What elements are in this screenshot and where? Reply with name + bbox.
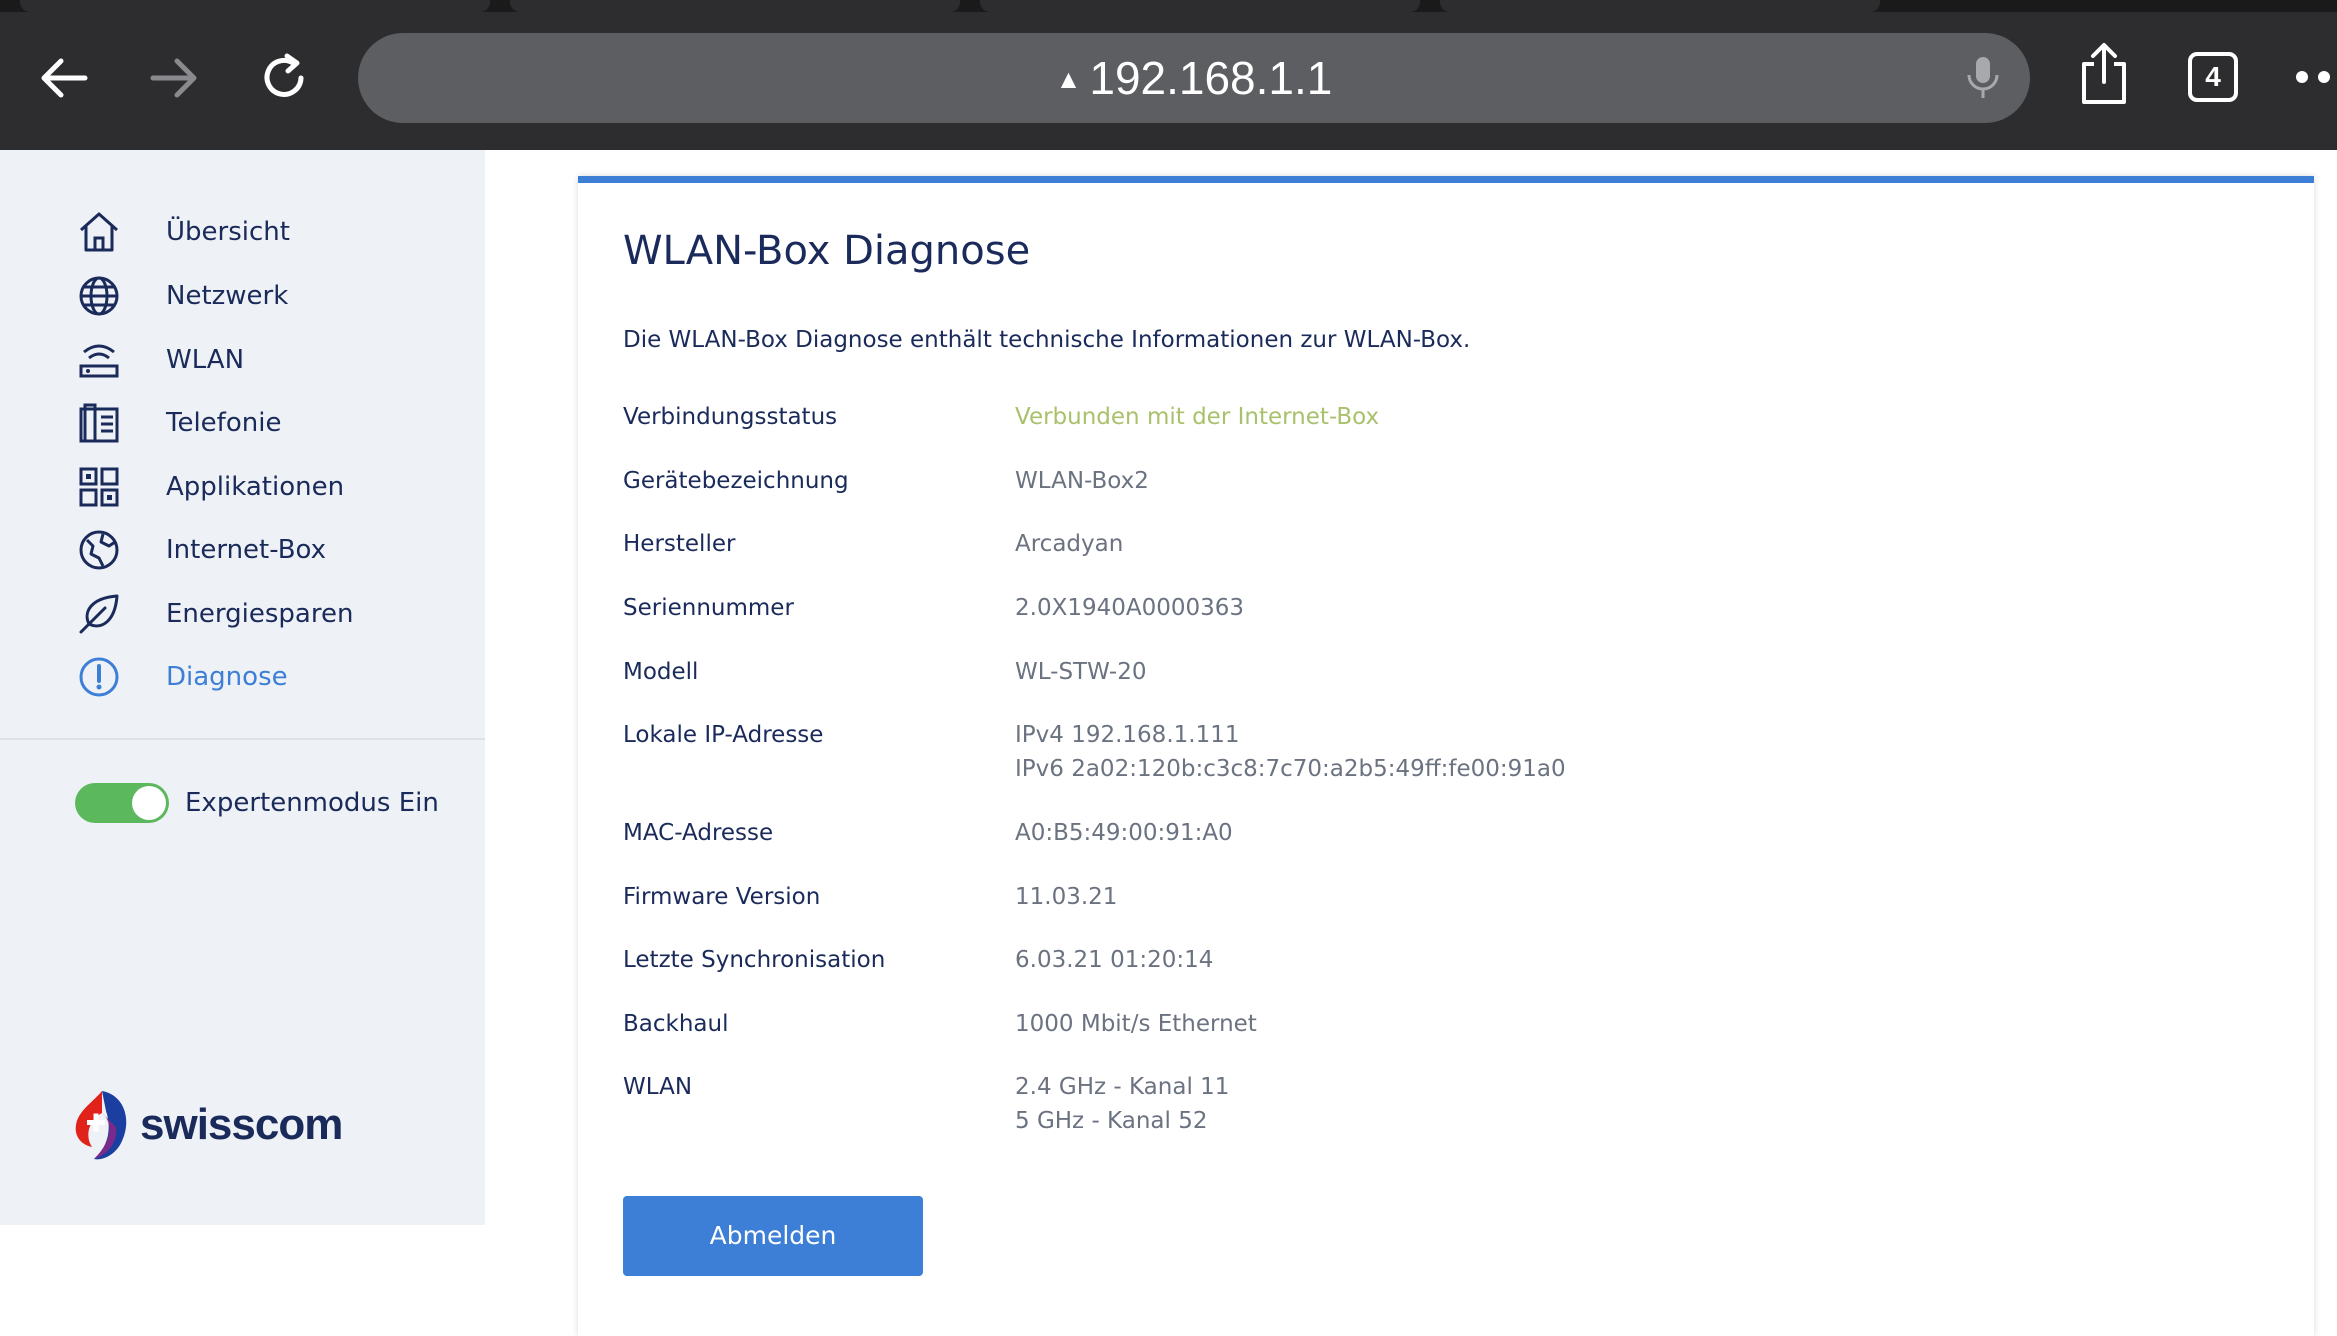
expert-mode-toggle[interactable] [75, 783, 169, 823]
browser-tab[interactable] [20, 0, 490, 12]
arrow-left-icon [41, 58, 88, 98]
info-value: 11.03.21 [1015, 884, 1118, 910]
expert-mode-row: Expertenmodus Ein [75, 783, 439, 823]
sidebar-item-applikationen[interactable]: Applikationen [75, 458, 344, 516]
back-button[interactable] [26, 40, 102, 116]
phone-icon [75, 399, 123, 447]
sidebar-item-diagnose[interactable]: Diagnose [75, 648, 288, 706]
sidebar-item-label: Internet-Box [166, 535, 327, 565]
logout-button[interactable]: Abmelden [623, 1196, 923, 1276]
sidebar-item-uebersicht[interactable]: Übersicht [75, 203, 290, 261]
tab-strip [0, 0, 2337, 12]
expert-mode-label: Expertenmodus Ein [185, 788, 439, 818]
more-icon[interactable] [2292, 62, 2337, 92]
info-label: Verbindungsstatus [623, 404, 838, 430]
sidebar-divider [0, 738, 485, 740]
sidebar: Übersicht Netzwerk WLAN Telefonie Applik… [0, 150, 485, 1225]
info-value: 2.4 GHz - Kanal 11 5 GHz - Kanal 52 [1015, 1074, 1230, 1134]
sidebar-item-wlan[interactable]: WLAN [75, 331, 244, 389]
info-value: WLAN-Box2 [1015, 468, 1149, 494]
info-value: IPv4 192.168.1.111 IPv6 2a02:120b:c3c8:7… [1015, 722, 1566, 782]
sidebar-item-label: Netzwerk [166, 281, 289, 311]
share-icon[interactable] [2076, 42, 2132, 106]
browser-toolbar: ▲ 192.168.1.1 4 [0, 0, 2337, 150]
router-icon [75, 336, 123, 384]
sidebar-item-label: Übersicht [166, 217, 290, 247]
info-label: Gerätebezeichnung [623, 468, 849, 494]
browser-tab[interactable] [1440, 0, 1880, 12]
sidebar-item-netzwerk[interactable]: Netzwerk [75, 267, 288, 325]
forward-button[interactable] [136, 40, 212, 116]
info-label: Modell [623, 659, 699, 685]
sidebar-item-label: Diagnose [166, 662, 288, 692]
info-label: Letzte Synchronisation [623, 947, 886, 973]
reload-button[interactable] [246, 40, 322, 116]
info-value: Arcadyan [1015, 531, 1124, 557]
toggle-knob [132, 786, 166, 820]
info-label: Lokale IP-Adresse [623, 722, 824, 748]
warning-icon: ▲ [1055, 64, 1082, 94]
info-label: WLAN [623, 1074, 693, 1100]
address-text-wrap: ▲ 192.168.1.1 [358, 33, 2030, 123]
globe-icon [75, 272, 123, 320]
info-label: Seriennummer [623, 595, 794, 621]
page-description: Die WLAN-Box Diagnose enthält technische… [623, 327, 1471, 353]
logo-text: swisscom [140, 1100, 343, 1149]
sidebar-item-label: Applikationen [166, 472, 345, 502]
info-label: MAC-Adresse [623, 820, 774, 846]
url-text: 192.168.1.1 [1089, 52, 1333, 104]
sidebar-item-label: Telefonie [166, 408, 282, 438]
leaf-icon [75, 590, 123, 638]
info-label: Backhaul [623, 1011, 729, 1037]
status-value: Verbunden mit der Internet-Box [1015, 404, 1380, 430]
swisscom-logo-icon [75, 1091, 127, 1160]
sidebar-item-energiesparen[interactable]: Energiesparen [75, 585, 353, 643]
info-label: Hersteller [623, 531, 736, 557]
tab-count-button[interactable]: 4 [2188, 52, 2238, 102]
sidebar-item-label: Energiesparen [166, 599, 354, 629]
address-bar[interactable]: ▲ 192.168.1.1 [358, 33, 2030, 123]
sidebar-item-telefonie[interactable]: Telefonie [75, 394, 281, 452]
browser-tab[interactable] [980, 0, 1420, 12]
info-value: WL-STW-20 [1015, 659, 1147, 685]
browser-tab[interactable] [510, 0, 960, 12]
home-icon [75, 208, 123, 256]
info-value: A0:B5:49:00:91:A0 [1015, 820, 1233, 846]
page-title: WLAN-Box Diagnose [623, 228, 1031, 274]
microphone-icon[interactable] [1958, 53, 2008, 103]
reload-icon [264, 53, 304, 97]
sidebar-item-label: WLAN [166, 345, 245, 375]
alert-circle-icon [75, 653, 123, 701]
arrow-right-icon [150, 58, 197, 98]
info-value: 6.03.21 01:20:14 [1015, 947, 1214, 973]
swisscom-logo: swisscom [72, 1085, 343, 1165]
internet-box-icon [75, 526, 123, 574]
info-value: 1000 Mbit/s Ethernet [1015, 1011, 1257, 1037]
info-label: Firmware Version [623, 884, 821, 910]
apps-icon [75, 463, 123, 511]
info-value: 2.0X1940A0000363 [1015, 595, 1245, 621]
diagnose-panel: WLAN-Box Diagnose Die WLAN-Box Diagnose … [578, 176, 2314, 1336]
sidebar-item-internet-box[interactable]: Internet-Box [75, 521, 326, 579]
